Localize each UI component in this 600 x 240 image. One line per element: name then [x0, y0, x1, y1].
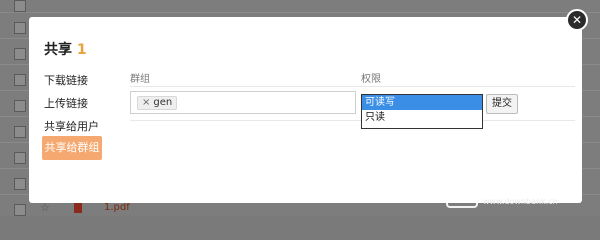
- list-divider: [0, 12, 600, 13]
- row-checkbox[interactable]: [14, 0, 26, 12]
- permission-column-header: 权限: [361, 74, 381, 85]
- row-divider: [130, 120, 575, 121]
- row-checkbox[interactable]: [14, 100, 26, 112]
- row-checkbox[interactable]: [14, 204, 26, 216]
- remove-tag-icon[interactable]: ×: [142, 97, 150, 108]
- dialog-title-text: 共享: [44, 42, 72, 58]
- row-checkbox[interactable]: [14, 152, 26, 164]
- group-tag[interactable]: × gen: [137, 96, 178, 110]
- watermark-url: www.downbank.cn: [483, 197, 558, 206]
- header-divider: [130, 86, 575, 87]
- group-tag-label: gen: [153, 97, 173, 108]
- row-checkbox[interactable]: [14, 22, 26, 34]
- permission-option-read-only[interactable]: 只读: [362, 110, 482, 125]
- permission-select[interactable]: 可读写 只读: [361, 94, 483, 129]
- watermark-text: 下载银行: [483, 179, 552, 198]
- dialog-title: 共享 1: [44, 39, 87, 59]
- pdf-file-icon: [74, 202, 82, 213]
- submit-button[interactable]: 提交: [486, 94, 518, 114]
- nav-share-to-group[interactable]: 共享给群组: [42, 136, 102, 160]
- nav-share-to-user[interactable]: 共享给用户: [44, 118, 114, 134]
- share-count: 1: [76, 42, 87, 58]
- row-checkbox[interactable]: [14, 126, 26, 138]
- group-column-header: 群组: [130, 74, 150, 85]
- permission-option-read-write[interactable]: 可读写: [362, 95, 482, 110]
- file-name[interactable]: 1.pdf: [104, 202, 130, 213]
- row-checkbox[interactable]: [14, 74, 26, 86]
- row-checkbox[interactable]: [14, 178, 26, 190]
- close-icon[interactable]: ✕: [566, 9, 588, 31]
- nav-download-link[interactable]: 下载链接: [44, 72, 114, 88]
- group-input[interactable]: × gen: [130, 91, 356, 114]
- watermark-logo-icon: [446, 176, 478, 208]
- nav-upload-link[interactable]: 上传链接: [44, 95, 114, 111]
- row-checkbox[interactable]: [14, 48, 26, 60]
